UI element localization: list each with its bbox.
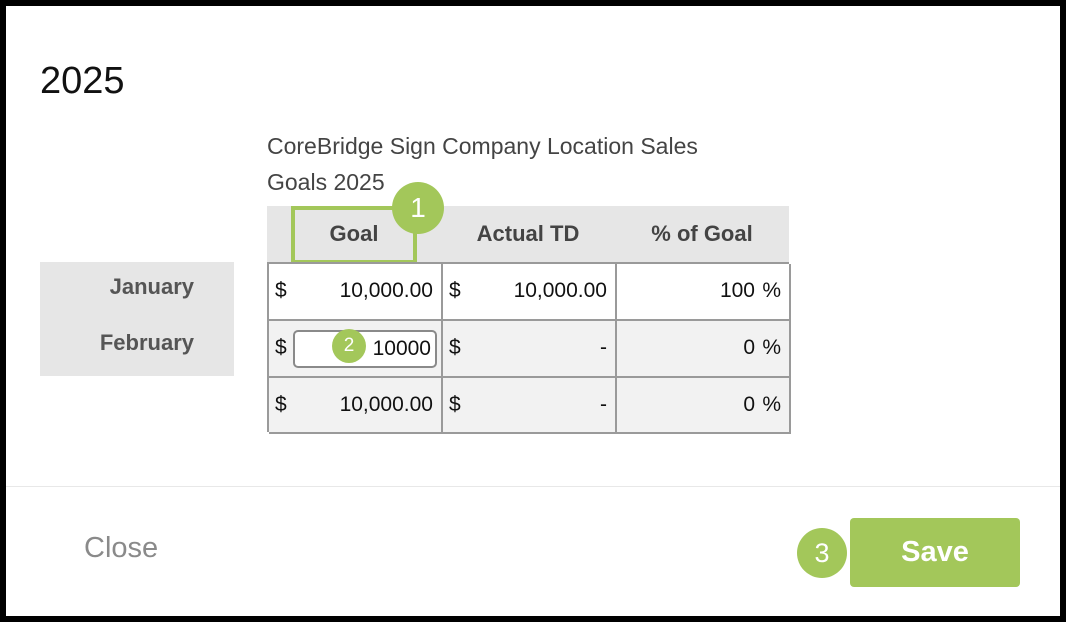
row-label-january: January bbox=[109, 274, 194, 299]
table-cell-actual: $ 10,000.00 bbox=[443, 264, 617, 321]
currency-symbol: $ bbox=[449, 336, 461, 359]
table-cell-percent-total: 0 % bbox=[617, 378, 791, 434]
row-label-february: February bbox=[99, 330, 194, 355]
currency-symbol: $ bbox=[449, 393, 461, 416]
modal-title: 2025 bbox=[40, 60, 125, 102]
table-title: CoreBridge Sign Company Location Sales G… bbox=[267, 133, 698, 195]
footer-divider bbox=[6, 486, 1060, 487]
percent-sign: % bbox=[762, 279, 781, 302]
currency-symbol: $ bbox=[449, 279, 461, 302]
currency-symbol: $ bbox=[275, 279, 287, 302]
actual-value: 10,000.00 bbox=[513, 279, 607, 302]
save-button[interactable]: Save bbox=[850, 518, 1020, 587]
goal-total-value: 10,000.00 bbox=[339, 393, 433, 416]
month-labels: January February bbox=[40, 262, 234, 376]
percent-sign: % bbox=[762, 336, 781, 359]
actual-value: - bbox=[600, 336, 607, 359]
currency-symbol: $ bbox=[275, 393, 287, 416]
column-header-percent: % of Goal bbox=[651, 221, 753, 246]
callout-badge-2: 2 bbox=[332, 329, 366, 363]
table-cell-actual-total: $ - bbox=[443, 378, 617, 434]
close-button[interactable]: Close bbox=[84, 532, 158, 565]
table-cell-actual: $ - bbox=[443, 321, 617, 378]
table-cell-goal-total: $ 10,000.00 bbox=[269, 378, 443, 434]
percent-value: 100 bbox=[719, 279, 755, 302]
percent-sign: % bbox=[762, 393, 781, 416]
table-cell-goal: $ 10,000.00 bbox=[269, 264, 443, 321]
column-header-actual: Actual TD bbox=[476, 221, 580, 246]
goal-value: 10,000.00 bbox=[339, 279, 433, 302]
actual-total-value: - bbox=[600, 393, 607, 416]
percent-value: 0 bbox=[743, 336, 755, 359]
percent-total-value: 0 bbox=[743, 393, 755, 416]
callout-badge-1: 1 bbox=[392, 182, 444, 234]
callout-badge-3: 3 bbox=[797, 528, 847, 578]
table-cell-percent: 0 % bbox=[617, 321, 791, 378]
currency-symbol: $ bbox=[275, 336, 287, 359]
table-cell-percent: 100 % bbox=[617, 264, 791, 321]
goals-modal: 2025 CoreBridge Sign Company Location Sa… bbox=[6, 6, 1060, 616]
